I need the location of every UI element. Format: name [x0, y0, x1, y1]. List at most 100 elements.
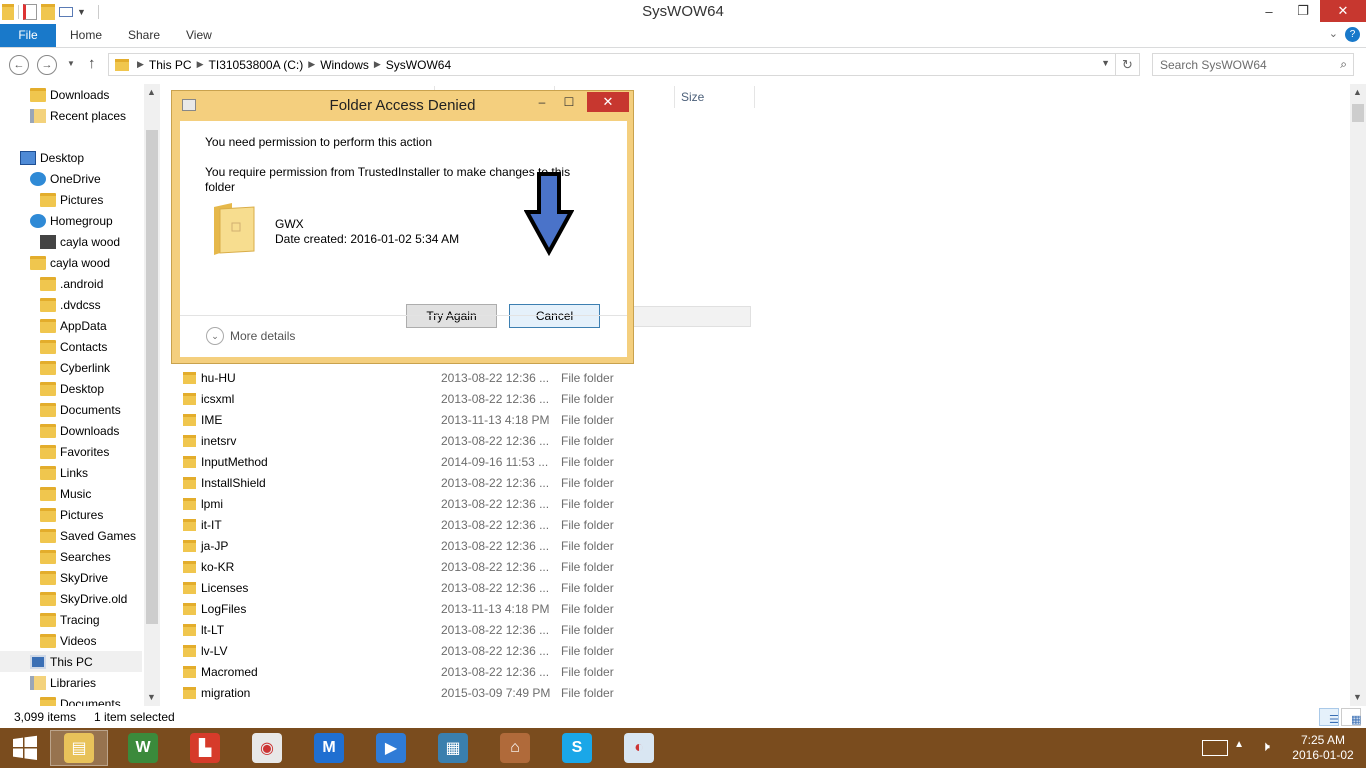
tab-file[interactable]: File [0, 24, 56, 47]
minimize-button[interactable]: – [1252, 0, 1286, 22]
recent-locations-icon[interactable]: ▼ [67, 59, 75, 68]
large-icons-view-button[interactable]: ▦ [1341, 708, 1361, 726]
nav-item[interactable]: Downloads [30, 84, 109, 105]
nav-item[interactable]: Links [40, 462, 88, 483]
breadcrumb-syswow64[interactable]: SysWOW64 [386, 58, 451, 72]
nav-item[interactable]: Tracing [40, 609, 100, 630]
scroll-down-icon[interactable]: ▼ [147, 692, 156, 702]
nav-scroll-thumb[interactable] [146, 130, 158, 624]
show-hidden-icons-icon[interactable]: ▲ [1234, 739, 1244, 750]
taskbar-colorful-app-button[interactable]: ▙ [176, 730, 234, 766]
table-row[interactable]: Licenses 2013-08-22 12:36 ... File folder [180, 578, 780, 599]
table-row[interactable]: InstallShield 2013-08-22 12:36 ... File fo… [180, 473, 780, 494]
more-details-toggle[interactable]: ⌄ More details [206, 327, 295, 345]
scroll-down-icon[interactable]: ▼ [1353, 692, 1362, 702]
refresh-button[interactable]: ↻ [1116, 53, 1140, 76]
up-arrow-icon[interactable]: ↑ [88, 55, 96, 72]
help-icon[interactable]: ? [1345, 27, 1360, 42]
table-row[interactable]: migration 2015-03-09 7:49 PM File folder [180, 683, 780, 704]
taskbar-malwarebytes-button[interactable]: M [300, 730, 358, 766]
table-row[interactable]: lv-LV 2013-08-22 12:36 ... File folder [180, 641, 780, 662]
table-row[interactable]: Macromed 2013-08-22 12:36 ... File folder [180, 662, 780, 683]
nav-item[interactable]: Homegroup [30, 210, 113, 231]
nav-item[interactable]: Pictures [40, 504, 103, 525]
tab-share[interactable]: Share [128, 24, 160, 47]
expand-ribbon-icon[interactable]: ⌄ [1329, 27, 1338, 40]
folder-large-icon [214, 203, 255, 255]
scroll-up-icon[interactable]: ▲ [1353, 87, 1362, 97]
nav-item[interactable]: Downloads [40, 420, 119, 441]
nav-item[interactable]: Saved Games [40, 525, 136, 546]
nav-item[interactable]: OneDrive [30, 168, 101, 189]
address-bar[interactable]: ▶ This PC ▶ TI31053800A (C:) ▶ Windows ▶… [108, 53, 1116, 76]
nav-item[interactable]: cayla wood [40, 231, 120, 252]
nav-item[interactable]: Contacts [40, 336, 107, 357]
table-row[interactable]: lt-LT 2013-08-22 12:36 ... File folder [180, 620, 780, 641]
volume-icon[interactable]: 🕨 [1261, 738, 1270, 755]
dialog-minimize-button[interactable]: – [531, 95, 553, 113]
content-scrollbar[interactable]: ▲ ▼ [1350, 84, 1366, 706]
nav-item[interactable]: Favorites [40, 441, 109, 462]
scroll-up-icon[interactable]: ▲ [147, 87, 156, 97]
keyboard-icon[interactable] [1202, 740, 1228, 756]
address-dropdown-icon[interactable]: ▼ [1101, 58, 1110, 68]
nav-item[interactable]: SkyDrive [40, 567, 108, 588]
nav-item[interactable]: Music [40, 483, 91, 504]
table-row[interactable]: InputMethod 2014-09-16 11:53 ... File fold… [180, 452, 780, 473]
table-row[interactable]: ja-JP 2013-08-22 12:36 ... File folder [180, 536, 780, 557]
content-scroll-thumb[interactable] [1352, 104, 1364, 122]
start-button[interactable] [0, 728, 50, 768]
nav-item[interactable]: cayla wood [30, 252, 110, 273]
file-type: File folder [561, 392, 614, 406]
taskbar-media-player-button[interactable]: ▶ [362, 730, 420, 766]
tab-home[interactable]: Home [70, 24, 102, 47]
breadcrumb-this-pc[interactable]: This PC [149, 58, 192, 72]
try-again-button[interactable]: Try Again [406, 304, 497, 328]
taskbar-store-app-button[interactable]: ⌂ [486, 730, 544, 766]
restore-button[interactable]: ❐ [1286, 0, 1320, 22]
nav-item[interactable]: Videos [40, 630, 96, 651]
details-view-button[interactable]: ☰ [1319, 708, 1339, 726]
nav-item[interactable]: .dvdcss [40, 294, 101, 315]
taskbar-skype-button[interactable]: S [548, 730, 606, 766]
table-row[interactable]: ko-KR 2013-08-22 12:36 ... File folder [180, 557, 780, 578]
table-row[interactable]: hu-HU 2013-08-22 12:36 ... File folder [180, 368, 780, 389]
nav-item[interactable]: Desktop [20, 147, 84, 168]
taskbar-video-app-button[interactable]: ▦ [424, 730, 482, 766]
table-row[interactable]: IME 2013-11-13 4:18 PM File folder [180, 410, 780, 431]
nav-item[interactable]: Searches [40, 546, 111, 567]
nav-item[interactable]: SkyDrive.old [40, 588, 127, 609]
taskbar-wordperfect-button[interactable]: W [114, 730, 172, 766]
nav-item[interactable]: Libraries [30, 672, 96, 693]
nav-item[interactable]: Recent places [30, 105, 126, 126]
nav-item[interactable]: Documents [40, 399, 121, 420]
table-row[interactable]: inetsrv 2013-08-22 12:36 ... File folder [180, 431, 780, 452]
table-row[interactable]: lpmi 2013-08-22 12:36 ... File folder [180, 494, 780, 515]
back-button[interactable]: ← [9, 55, 29, 75]
breadcrumb-drive[interactable]: TI31053800A (C:) [209, 58, 304, 72]
nav-item[interactable]: Desktop [40, 378, 104, 399]
search-input[interactable]: Search SysWOW64 ⌕ [1152, 53, 1354, 76]
breadcrumb-windows[interactable]: Windows [320, 58, 369, 72]
tab-view[interactable]: View [186, 24, 212, 47]
clock[interactable]: 7:25 AM 2016-01-02 [1288, 733, 1358, 763]
taskbar-chrome-button[interactable]: ◉ [238, 730, 296, 766]
taskbar-paint-button[interactable]: ◐ [610, 730, 668, 766]
nav-item[interactable]: Cyberlink [40, 357, 110, 378]
table-row[interactable]: icsxml 2013-08-22 12:36 ... File folder [180, 389, 780, 410]
nav-scrollbar[interactable]: ▲ ▼ [144, 84, 160, 706]
close-button[interactable]: ✕ [1320, 0, 1366, 22]
nav-item[interactable]: AppData [40, 315, 107, 336]
dialog-maximize-button[interactable]: ☐ [558, 95, 580, 113]
nav-item[interactable]: .android [40, 273, 103, 294]
forward-button[interactable]: → [37, 55, 57, 75]
dialog-close-button[interactable]: ✕ [587, 92, 629, 112]
nav-item[interactable]: Documents [40, 693, 121, 706]
cancel-button[interactable]: Cancel [509, 304, 600, 328]
column-header-size[interactable]: Size [681, 90, 704, 104]
nav-item[interactable]: This PC [0, 651, 142, 672]
table-row[interactable]: it-IT 2013-08-22 12:36 ... File folder [180, 515, 780, 536]
taskbar-file-explorer-button[interactable]: ▤ [50, 730, 108, 766]
nav-item[interactable]: Pictures [40, 189, 103, 210]
table-row[interactable]: LogFiles 2013-11-13 4:18 PM File folder [180, 599, 780, 620]
